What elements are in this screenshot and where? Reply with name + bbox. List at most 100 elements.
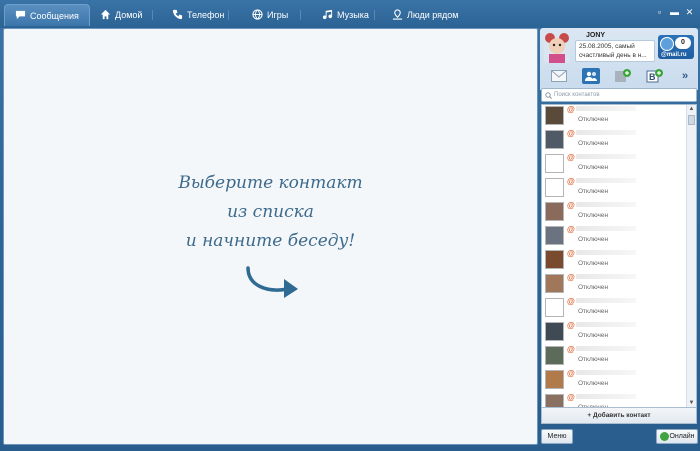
music-icon xyxy=(322,9,333,22)
list-item[interactable]: @ Отключен xyxy=(542,273,686,297)
people-nearby-icon xyxy=(392,8,403,22)
add-contact-label: Добавить контакт xyxy=(593,412,651,419)
menu-button[interactable]: Меню xyxy=(541,429,573,444)
close-icon[interactable]: ✕ xyxy=(685,8,694,17)
avatar xyxy=(545,394,564,407)
envelope-icon[interactable] xyxy=(550,68,568,84)
avatar xyxy=(545,274,564,293)
prompt-line: и начните беседу! xyxy=(185,231,356,251)
profile-panel: JONY 25.08.2005, самый счастливый день в… xyxy=(540,28,698,90)
contact-status: Отключен xyxy=(578,212,609,219)
list-item[interactable]: @ Отключен xyxy=(542,105,686,129)
scrollbar[interactable]: ▲ ▼ xyxy=(686,105,696,407)
contact-name-redacted xyxy=(576,178,636,183)
sidebar-toolbar: B » xyxy=(540,64,698,88)
tab-people-nearby[interactable]: Люди рядом xyxy=(382,4,468,26)
contact-name-redacted xyxy=(576,250,636,255)
list-item[interactable]: @ Отключен xyxy=(542,177,686,201)
tab-label: Игры xyxy=(267,10,289,20)
more-chevron-icon[interactable]: » xyxy=(682,70,688,82)
list-item[interactable]: @ Отключен xyxy=(542,129,686,153)
contact-list: @ Отключен @ Отключен @ Отключен @ Отключен @ Отк… xyxy=(541,104,697,408)
add-contact-button[interactable]: + Добавить контакт xyxy=(541,408,697,424)
globe-icon xyxy=(252,8,263,22)
phone-icon xyxy=(172,9,183,22)
list-item[interactable]: @ Отключен xyxy=(542,201,686,225)
curved-arrow-icon xyxy=(244,265,302,306)
avatar xyxy=(545,202,564,221)
contact-status: Отключен xyxy=(578,332,609,339)
tab-label: Телефон xyxy=(187,10,225,20)
avatar xyxy=(545,178,564,197)
list-item[interactable]: @ Отключен xyxy=(542,345,686,369)
avatar xyxy=(545,130,564,149)
list-item[interactable]: @ Отключен xyxy=(542,369,686,393)
contact-name-redacted xyxy=(576,346,636,351)
tab-home[interactable]: Домой xyxy=(90,4,152,26)
tab-messages[interactable]: Сообщения xyxy=(4,4,90,26)
list-item[interactable]: @ Отключен xyxy=(542,153,686,177)
contacts-sidebar: JONY 25.08.2005, самый счастливый день в… xyxy=(540,28,698,447)
contact-status: Отключен xyxy=(578,236,609,243)
profile-name: JONY xyxy=(586,32,606,39)
mail-agent-icon: @ xyxy=(567,273,575,282)
avatar xyxy=(545,322,564,341)
tab-phone[interactable]: Телефон xyxy=(162,4,234,26)
contact-name-redacted xyxy=(576,298,636,303)
list-item[interactable]: @ Отключен xyxy=(542,249,686,273)
divider xyxy=(228,10,229,20)
avatar xyxy=(545,298,564,317)
list-item[interactable]: @ Отключен xyxy=(542,393,686,407)
prompt-line: из списка xyxy=(227,202,314,222)
vkontakte-icon[interactable]: B xyxy=(646,68,664,84)
contact-status: Отключен xyxy=(578,284,609,291)
search-placeholder: Поиск контактов xyxy=(554,92,600,98)
mail-agent-icon: @ xyxy=(567,297,575,306)
svg-text:B: B xyxy=(649,72,656,82)
list-item[interactable]: @ Отключен xyxy=(542,225,686,249)
tab-label: Люди рядом xyxy=(407,10,459,20)
scroll-up-icon[interactable]: ▲ xyxy=(687,105,696,113)
tab-games[interactable]: Игры xyxy=(242,4,298,26)
contact-name-redacted xyxy=(576,202,636,207)
divider xyxy=(300,10,301,20)
divider xyxy=(152,10,153,20)
avatar xyxy=(545,106,564,125)
mail-agent-icon: @ xyxy=(567,201,575,210)
home-icon xyxy=(100,9,111,22)
mail-agent-icon: @ xyxy=(567,177,575,186)
mail-agent-icon: @ xyxy=(567,321,575,330)
mailru-logo: @mail.ru xyxy=(661,52,687,58)
contact-status: Отключен xyxy=(578,140,609,147)
contact-status: Отключен xyxy=(578,164,609,171)
contact-name-redacted xyxy=(576,274,636,279)
search-input[interactable]: Поиск контактов xyxy=(541,88,697,102)
mail-indicator-icon xyxy=(660,37,674,51)
mail-agent-icon: @ xyxy=(567,129,575,138)
list-item[interactable]: @ Отключен xyxy=(542,321,686,345)
contact-status: Отключен xyxy=(578,188,609,195)
contact-name-redacted xyxy=(576,394,636,399)
scroll-thumb[interactable] xyxy=(688,115,695,125)
restore-icon[interactable]: ▫ xyxy=(655,8,664,17)
scroll-down-icon[interactable]: ▼ xyxy=(687,399,696,407)
add-microblog-icon[interactable] xyxy=(614,68,632,84)
avatar xyxy=(545,370,564,389)
contact-name-redacted xyxy=(576,154,636,159)
status-online-button[interactable]: Онлайн xyxy=(656,429,698,444)
contact-name-redacted xyxy=(576,130,636,135)
online-status-icon xyxy=(660,432,669,441)
mail-agent-icon: @ xyxy=(567,345,575,354)
contact-status: Отключен xyxy=(578,356,609,363)
mail-counter-button[interactable]: 0 @mail.ru xyxy=(658,35,694,59)
avatar xyxy=(545,226,564,245)
avatar[interactable] xyxy=(544,31,570,63)
mail-count: 0 xyxy=(675,37,691,49)
speech-bubble-icon xyxy=(15,9,26,22)
contacts-icon[interactable] xyxy=(582,68,600,84)
status-message[interactable]: 25.08.2005, самый счастливый день в н... xyxy=(575,40,655,62)
list-item[interactable]: @ Отключен xyxy=(542,297,686,321)
divider xyxy=(374,10,375,20)
minimize-icon[interactable]: ▬ xyxy=(670,8,679,17)
tab-music[interactable]: Музыка xyxy=(312,4,379,26)
